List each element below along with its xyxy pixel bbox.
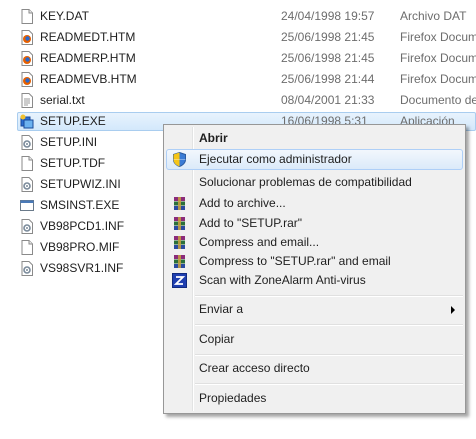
file-name: SETUP.EXE xyxy=(40,114,106,128)
submenu-arrow-icon xyxy=(451,306,455,314)
exe-window-icon xyxy=(20,200,34,211)
menu-item-compress-rar-email[interactable]: Compress to "SETUP.rar" and email xyxy=(166,251,463,272)
file-name: VS98SVR1.INF xyxy=(40,261,124,275)
inf-file-icon xyxy=(21,219,33,234)
file-date: 25/06/1998 21:45 xyxy=(281,30,375,44)
file-date: 08/04/2001 21:33 xyxy=(281,93,375,107)
file-date: 24/04/1998 19:57 xyxy=(281,9,375,23)
menu-item-label: Scan with ZoneAlarm Anti-virus xyxy=(199,273,366,287)
generic-file-icon xyxy=(21,156,33,171)
winrar-icon xyxy=(174,236,185,249)
file-name: VB98PRO.MIF xyxy=(40,240,120,254)
setup-exe-icon xyxy=(20,114,34,129)
file-type: Archivo DAT xyxy=(400,9,467,23)
menu-item-label: Compress to "SETUP.rar" and email xyxy=(199,254,391,268)
menu-item-label: Add to archive... xyxy=(199,196,286,210)
menu-item-label: Abrir xyxy=(199,131,228,145)
file-name: KEY.DAT xyxy=(40,9,89,23)
menu-item-label: Propiedades xyxy=(199,391,267,405)
menu-item-compress-email[interactable]: Compress and email... xyxy=(166,232,463,253)
file-name: READMEDT.HTM xyxy=(40,30,136,44)
menu-item-label: Compress and email... xyxy=(199,235,320,249)
file-row[interactable]: serial.txt 08/04/2001 21:33 Documento de xyxy=(0,90,476,111)
menu-item-label: Crear acceso directo xyxy=(199,361,310,375)
menu-item-create-shortcut[interactable]: Crear acceso directo xyxy=(166,358,463,379)
menu-separator xyxy=(195,383,463,385)
ini-file-icon xyxy=(21,177,33,192)
menu-separator xyxy=(195,295,463,297)
menu-item-add-archive[interactable]: Add to archive... xyxy=(166,193,463,214)
file-name: SETUP.INI xyxy=(40,135,98,149)
file-date: 25/06/1998 21:44 xyxy=(281,72,375,86)
text-file-icon xyxy=(21,93,33,108)
file-type: Firefox Docum xyxy=(400,72,476,86)
context-menu: Abrir Ejecutar como administrador Soluci… xyxy=(163,124,466,414)
menu-item-zonealarm-scan[interactable]: Scan with ZoneAlarm Anti-virus xyxy=(166,270,463,291)
firefox-document-icon xyxy=(21,30,33,45)
menu-item-label: Add to "SETUP.rar" xyxy=(199,216,303,230)
menu-item-run-as-admin[interactable]: Ejecutar como administrador xyxy=(166,149,463,170)
firefox-document-icon xyxy=(21,72,33,87)
file-name: READMERP.HTM xyxy=(40,51,136,65)
menu-separator xyxy=(195,354,463,356)
file-row[interactable]: READMERP.HTM 25/06/1998 21:45 Firefox Do… xyxy=(0,48,476,69)
file-type: Firefox Docum xyxy=(400,51,476,65)
menu-item-troubleshoot[interactable]: Solucionar problemas de compatibilidad xyxy=(166,172,463,193)
winrar-icon xyxy=(174,217,185,230)
file-type: Firefox Docum xyxy=(400,30,476,44)
menu-item-label: Copiar xyxy=(199,332,235,346)
file-row[interactable]: READMEDT.HTM 25/06/1998 21:45 Firefox Do… xyxy=(0,27,476,48)
generic-file-icon xyxy=(21,240,33,255)
inf-file-icon xyxy=(21,261,33,276)
uac-shield-icon xyxy=(173,152,186,167)
menu-item-add-rar[interactable]: Add to "SETUP.rar" xyxy=(166,213,463,234)
menu-item-label: Solucionar problemas de compatibilidad xyxy=(199,175,412,189)
menu-item-copy[interactable]: Copiar xyxy=(166,329,463,350)
file-name: VB98PCD1.INF xyxy=(40,219,125,233)
winrar-icon xyxy=(174,255,185,268)
file-name: SETUP.TDF xyxy=(40,156,106,170)
menu-item-properties[interactable]: Propiedades xyxy=(166,388,463,409)
ini-file-icon xyxy=(21,135,33,150)
winrar-icon xyxy=(174,197,185,210)
zonealarm-icon xyxy=(172,273,187,288)
menu-item-send-to[interactable]: Enviar a xyxy=(166,299,463,320)
file-name: serial.txt xyxy=(40,93,85,107)
file-row[interactable]: READMEVB.HTM 25/06/1998 21:44 Firefox Do… xyxy=(0,69,476,90)
file-date: 25/06/1998 21:45 xyxy=(281,51,375,65)
generic-file-icon xyxy=(21,9,33,24)
menu-item-label: Ejecutar como administrador xyxy=(199,152,352,166)
file-row[interactable]: KEY.DAT 24/04/1998 19:57 Archivo DAT xyxy=(0,6,476,27)
file-type: Documento de xyxy=(400,93,476,107)
menu-separator xyxy=(195,324,463,326)
menu-item-label: Enviar a xyxy=(199,302,244,316)
firefox-document-icon xyxy=(21,51,33,66)
menu-item-open[interactable]: Abrir xyxy=(166,128,463,149)
file-name: READMEVB.HTM xyxy=(40,72,137,86)
file-name: SETUPWIZ.INI xyxy=(40,177,121,191)
file-name: SMSINST.EXE xyxy=(40,198,120,212)
